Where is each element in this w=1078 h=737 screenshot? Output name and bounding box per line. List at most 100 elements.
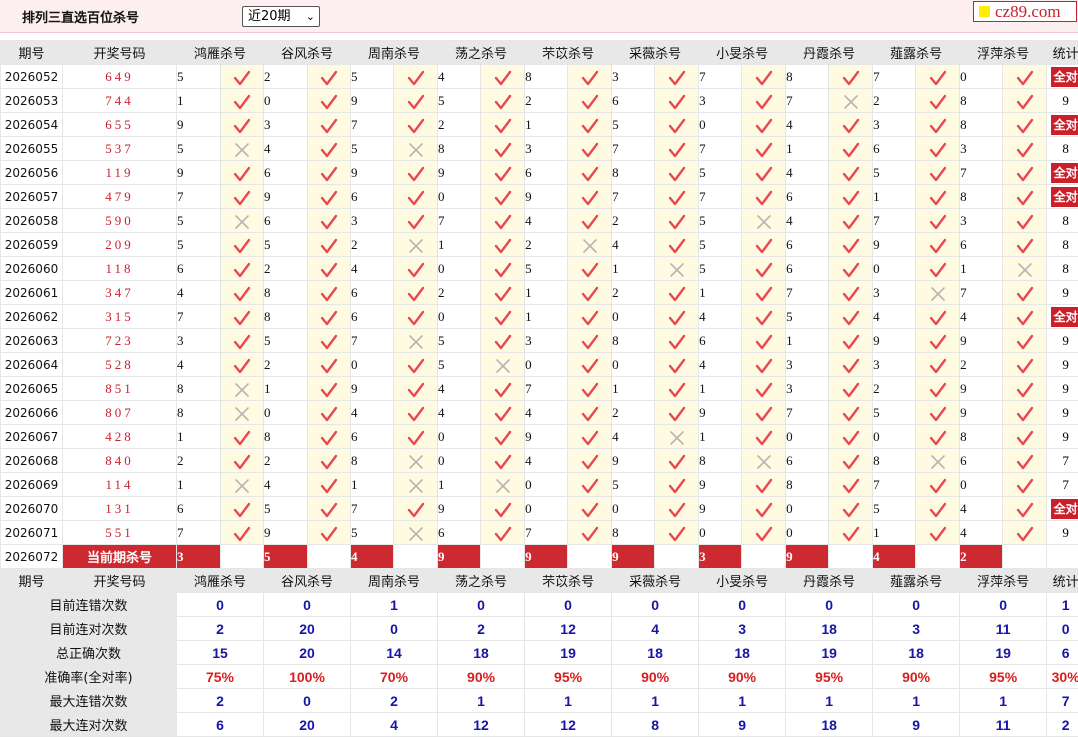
summary-label: 准确率(全对率)	[1, 665, 177, 689]
site-logo[interactable]: cz89.com	[973, 1, 1077, 22]
summary-value: 19	[525, 641, 612, 665]
kill-number-cell: 7	[525, 521, 568, 545]
summary-value: 90%	[612, 665, 699, 689]
check-icon	[320, 166, 338, 182]
issue-cell: 2026052	[1, 65, 63, 89]
result-mark-cell	[221, 281, 264, 305]
check-icon	[668, 334, 686, 350]
kill-number-cell: 0	[699, 113, 742, 137]
kill-number-cell: 9	[612, 449, 655, 473]
result-mark-cell	[481, 473, 525, 497]
check-icon	[755, 118, 773, 134]
result-mark-cell	[481, 233, 525, 257]
draw-number-cell: 428	[63, 425, 177, 449]
result-mark-cell	[481, 161, 525, 185]
kill-number-cell: 5	[786, 305, 829, 329]
kill-number-cell: 6	[351, 305, 394, 329]
check-icon	[320, 334, 338, 350]
result-mark-cell	[481, 209, 525, 233]
col-draw-header: 开奖号码	[63, 41, 177, 65]
result-mark-cell	[394, 521, 438, 545]
summary-value: 90%	[699, 665, 786, 689]
result-mark-cell	[1003, 449, 1047, 473]
period-select[interactable]: 近20期 ⌄	[242, 6, 320, 27]
draw-number-cell: 649	[63, 65, 177, 89]
table-row: 202605374410952637289	[1, 89, 1078, 113]
col-expert-header: 薤露杀号	[873, 41, 960, 65]
kill-number-cell: 0	[438, 257, 481, 281]
summary-value: 1	[873, 689, 960, 713]
issue-cell: 2026066	[1, 401, 63, 425]
col-expert-header: 芣苡杀号	[525, 41, 612, 65]
kill-number-cell: 8	[264, 425, 308, 449]
kill-number-cell: 0	[873, 257, 916, 281]
result-mark-cell	[481, 89, 525, 113]
kill-number-cell: 1	[873, 185, 916, 209]
result-mark-cell	[1003, 281, 1047, 305]
result-mark-cell	[829, 377, 873, 401]
draw-number-cell: 551	[63, 521, 177, 545]
result-mark-cell	[1003, 161, 1047, 185]
result-mark-cell	[394, 377, 438, 401]
summary-value: 0	[525, 593, 612, 617]
check-icon	[581, 358, 599, 374]
current-issue-cell: 2026072	[1, 545, 63, 569]
check-icon	[668, 454, 686, 470]
check-icon	[581, 262, 599, 278]
cross-icon	[233, 406, 251, 422]
check-icon	[842, 454, 860, 470]
kill-number-cell: 4	[786, 161, 829, 185]
check-icon	[755, 94, 773, 110]
kill-number-cell: 6	[786, 185, 829, 209]
stat-cell: 全对	[1047, 497, 1078, 521]
result-mark-cell	[221, 401, 264, 425]
result-mark-cell	[221, 233, 264, 257]
summary-value: 0	[786, 593, 873, 617]
summary-value: 0	[960, 593, 1047, 617]
cross-icon	[929, 286, 947, 302]
summary-value: 15	[177, 641, 264, 665]
check-icon	[581, 166, 599, 182]
summary-value: 11	[960, 617, 1047, 641]
check-icon	[494, 334, 512, 350]
result-mark-cell	[308, 305, 351, 329]
kill-number-cell: 5	[264, 233, 308, 257]
result-mark-cell	[221, 113, 264, 137]
result-mark-cell	[568, 497, 612, 521]
kill-number-cell: 8	[438, 137, 481, 161]
check-icon	[233, 358, 251, 374]
result-mark-cell	[829, 521, 873, 545]
summary-label: 目前连错次数	[1, 593, 177, 617]
result-mark-cell	[394, 449, 438, 473]
draw-number-cell: 590	[63, 209, 177, 233]
summary-value: 2	[438, 617, 525, 641]
result-mark-cell	[829, 113, 873, 137]
stat-cell: 9	[1047, 401, 1078, 425]
result-mark-cell	[568, 185, 612, 209]
kill-number-cell: 6	[525, 161, 568, 185]
col-expert-header: 荡之杀号	[438, 41, 525, 65]
summary-value: 0	[351, 617, 438, 641]
check-icon	[929, 190, 947, 206]
result-mark-cell	[308, 113, 351, 137]
kill-number-cell: 7	[612, 185, 655, 209]
check-icon	[581, 382, 599, 398]
check-icon	[581, 94, 599, 110]
summary-row: 目前连对次数220021243183110	[1, 617, 1078, 641]
check-icon	[581, 502, 599, 518]
result-mark-cell	[481, 257, 525, 281]
result-mark-cell	[829, 65, 873, 89]
check-icon	[842, 118, 860, 134]
col-expert-header: 鸿雁杀号	[177, 41, 264, 65]
kill-number-cell: 2	[960, 353, 1003, 377]
check-icon	[842, 262, 860, 278]
result-mark-cell	[1003, 473, 1047, 497]
kill-number-cell: 0	[438, 185, 481, 209]
kill-number-cell: 6	[264, 161, 308, 185]
kill-number-cell: 6	[786, 257, 829, 281]
kill-number-cell: 8	[873, 449, 916, 473]
stat-cell: 全对	[1047, 113, 1078, 137]
kill-number-cell: 9	[177, 113, 221, 137]
check-icon	[581, 118, 599, 134]
check-icon	[494, 406, 512, 422]
